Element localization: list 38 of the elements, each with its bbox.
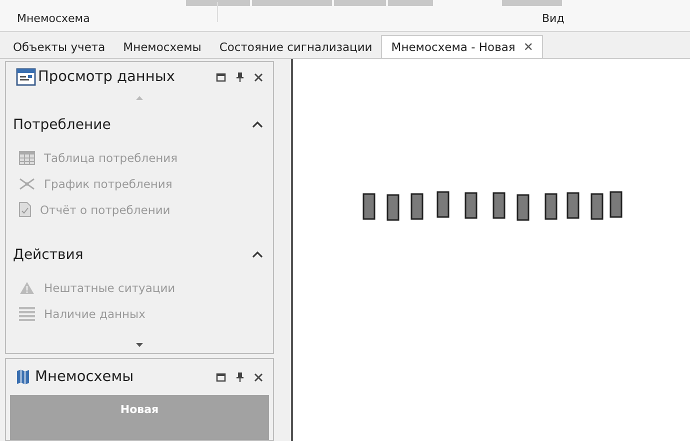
panel-title: Просмотр данных [38, 69, 176, 86]
device-shape[interactable] [566, 192, 580, 219]
document-tab[interactable]: Состояние сигнализации [210, 36, 382, 58]
pin-icon[interactable] [236, 372, 244, 382]
device-shape[interactable] [516, 194, 530, 221]
map-icon [16, 369, 30, 385]
document-tab[interactable]: Мнемосхема - Новая ✕ [381, 35, 544, 58]
pin-icon[interactable] [236, 72, 244, 82]
collapse-icon[interactable] [252, 251, 263, 258]
panel-title: Мнемосхемы [35, 369, 135, 385]
close-icon[interactable] [254, 372, 263, 382]
device-shape[interactable] [464, 192, 478, 219]
close-icon[interactable] [254, 72, 263, 82]
collapse-icon[interactable] [252, 121, 263, 128]
window-icon [16, 68, 36, 86]
document-tab[interactable]: Мнемосхемы [114, 36, 210, 58]
scroll-down-icon[interactable] [136, 343, 143, 348]
warning-icon [19, 280, 35, 295]
device-shape[interactable] [386, 194, 400, 221]
device-shape[interactable] [362, 193, 376, 220]
list-icon [19, 306, 35, 321]
document-tab[interactable]: Объекты учета [4, 36, 114, 58]
close-icon[interactable]: ✕ [523, 40, 534, 54]
table-icon [19, 150, 35, 165]
section-header[interactable]: Действия [13, 246, 84, 263]
section-header[interactable]: Потребление [13, 116, 111, 133]
device-shape[interactable] [492, 192, 506, 219]
ribbon-group-label: Мнемосхема [17, 12, 91, 25]
device-shape[interactable] [410, 193, 424, 220]
device-shape[interactable] [436, 191, 450, 218]
document-icon [19, 202, 31, 218]
maximize-icon[interactable] [216, 72, 226, 82]
device-shape[interactable] [610, 191, 622, 218]
ribbon-group-label: Вид [542, 12, 564, 25]
device-shape[interactable] [590, 193, 604, 220]
device-shape[interactable] [544, 193, 558, 220]
graph-icon [19, 176, 35, 191]
maximize-icon[interactable] [216, 372, 226, 382]
